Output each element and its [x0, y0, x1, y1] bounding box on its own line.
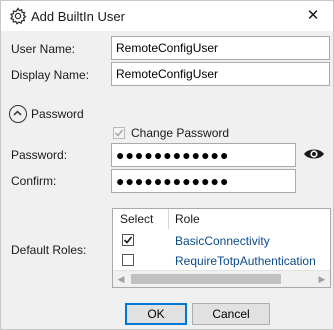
password-expander-button[interactable]: [9, 105, 27, 123]
user-name-input[interactable]: RemoteConfigUser: [111, 36, 330, 60]
confirm-password-input[interactable]: ●●●●●●●●●●●●: [111, 169, 296, 193]
role-name: RequireTotpAuthentication: [175, 254, 316, 268]
role-select-checkbox[interactable]: [122, 254, 134, 266]
add-builtin-user-dialog: Add BuiltIn User ✕ User Name: RemoteConf…: [0, 0, 334, 330]
user-name-label: User Name:: [11, 42, 76, 56]
ok-button[interactable]: OK: [125, 303, 187, 325]
checkmark-icon: [123, 236, 133, 244]
scroll-left-arrow-icon[interactable]: ◀: [113, 271, 129, 287]
display-name-label: Display Name:: [11, 68, 90, 82]
column-header-role[interactable]: Role: [175, 209, 200, 229]
role-select-checkbox[interactable]: [122, 234, 134, 246]
confirm-label: Confirm:: [11, 174, 57, 188]
scrollbar-thumb[interactable]: [131, 274, 281, 284]
default-roles-label: Default Roles:: [11, 243, 87, 257]
password-label: Password:: [11, 148, 68, 162]
show-password-eye-icon[interactable]: [303, 147, 325, 161]
password-input[interactable]: ●●●●●●●●●●●●: [111, 143, 296, 167]
column-header-select[interactable]: Select: [120, 209, 153, 229]
title-bar: Add BuiltIn User ✕: [1, 1, 333, 31]
horizontal-scrollbar[interactable]: ◀ ▶: [113, 270, 330, 287]
roles-grid[interactable]: Select Role BasicConnectivity RequireTot…: [112, 208, 331, 288]
gear-icon: [9, 7, 27, 25]
close-button[interactable]: ✕: [303, 6, 323, 26]
chevron-up-icon: [13, 110, 22, 116]
role-name: BasicConnectivity: [175, 234, 270, 248]
column-separator: [168, 209, 169, 229]
cancel-button[interactable]: Cancel: [192, 303, 270, 325]
window-title: Add BuiltIn User: [31, 9, 125, 24]
checkmark-icon: [114, 129, 124, 137]
change-password-checkbox[interactable]: [113, 127, 125, 139]
scroll-right-arrow-icon[interactable]: ▶: [314, 271, 330, 287]
password-section-label: Password: [31, 107, 84, 121]
change-password-label: Change Password: [131, 126, 230, 140]
display-name-input[interactable]: RemoteConfigUser: [111, 62, 330, 86]
